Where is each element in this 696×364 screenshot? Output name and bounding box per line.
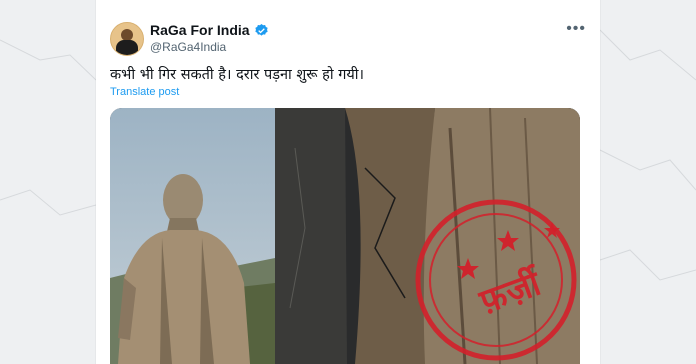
verified-badge-icon <box>254 23 268 36</box>
author-row: RaGa For India <box>150 22 269 38</box>
more-options-icon[interactable]: ••• <box>566 20 586 38</box>
avatar[interactable] <box>110 22 144 56</box>
statue-photo[interactable] <box>110 108 275 364</box>
translate-post-link[interactable]: Translate post <box>110 86 179 98</box>
display-name[interactable]: RaGa For India <box>150 22 250 38</box>
handle[interactable]: @RaGa4India <box>150 40 226 54</box>
tweet-text: कभी भी गिर सकती है। दरार पड़ना शुरू हो ग… <box>110 67 365 83</box>
